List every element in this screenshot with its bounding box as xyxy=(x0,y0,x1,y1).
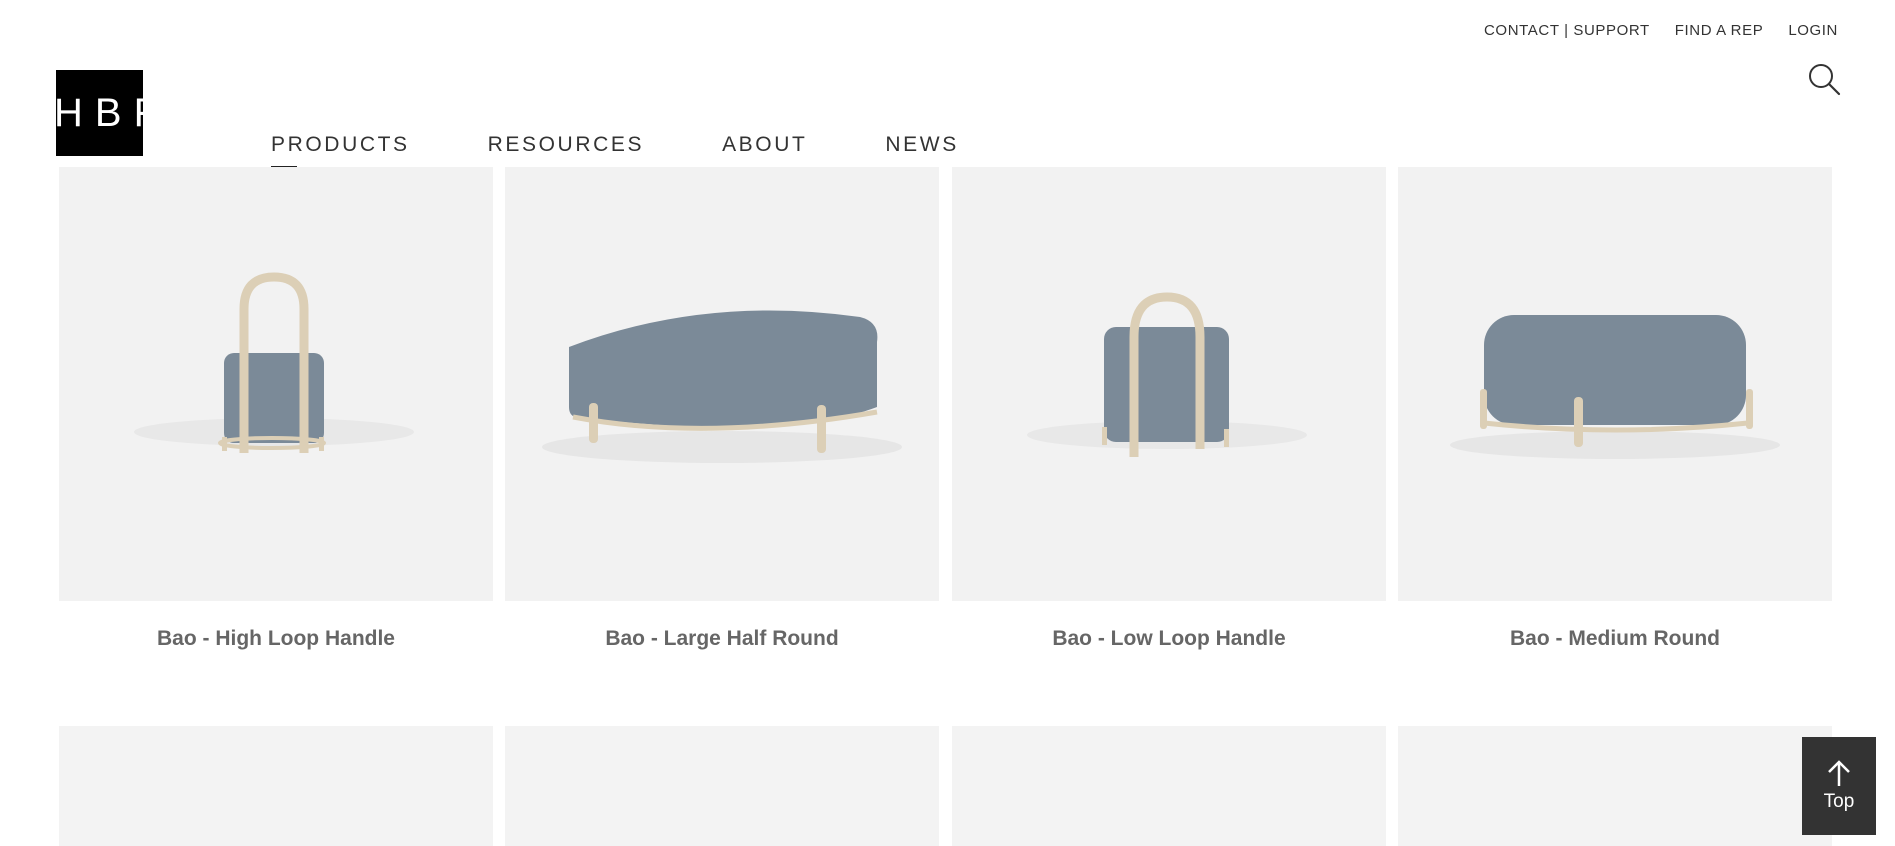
product-image-partial[interactable] xyxy=(952,726,1386,846)
product-name[interactable]: Bao - Low Loop Handle xyxy=(952,627,1386,651)
product-image-partial[interactable] xyxy=(1398,726,1832,846)
product-card[interactable]: Bao - Medium Round xyxy=(1398,167,1832,651)
product-image-partial[interactable] xyxy=(59,726,493,846)
back-to-top-label: Top xyxy=(1823,791,1855,812)
main-nav: PRODUCTS RESOURCES ABOUT NEWS xyxy=(271,133,959,168)
utility-nav: CONTACT | SUPPORT FIND A REP LOGIN xyxy=(1484,22,1838,39)
product-card[interactable]: Bao - Low Loop Handle xyxy=(952,167,1386,651)
login-link[interactable]: LOGIN xyxy=(1788,22,1838,39)
logo-text: HBF xyxy=(56,90,143,135)
product-image[interactable] xyxy=(952,167,1386,601)
product-card[interactable]: Bao - High Loop Handle xyxy=(59,167,493,651)
back-to-top-button[interactable]: Top xyxy=(1802,737,1876,835)
hbf-logo[interactable]: HBF xyxy=(56,70,143,156)
nav-about[interactable]: ABOUT xyxy=(722,133,807,157)
search-icon[interactable] xyxy=(1806,61,1842,97)
product-image[interactable] xyxy=(59,167,493,601)
product-image-partial[interactable] xyxy=(505,726,939,846)
nav-news[interactable]: NEWS xyxy=(885,133,958,157)
nav-resources[interactable]: RESOURCES xyxy=(488,133,644,157)
product-name[interactable]: Bao - Large Half Round xyxy=(505,627,939,651)
find-a-rep-link[interactable]: FIND A REP xyxy=(1675,22,1764,39)
product-name[interactable]: Bao - Medium Round xyxy=(1398,627,1832,651)
product-image[interactable] xyxy=(505,167,939,601)
contact-support-link[interactable]: CONTACT | SUPPORT xyxy=(1484,22,1650,39)
nav-products[interactable]: PRODUCTS xyxy=(271,133,410,168)
product-card[interactable]: Bao - Large Half Round xyxy=(505,167,939,651)
product-image[interactable] xyxy=(1398,167,1832,601)
arrow-up-icon xyxy=(1828,760,1850,786)
product-name[interactable]: Bao - High Loop Handle xyxy=(59,627,493,651)
